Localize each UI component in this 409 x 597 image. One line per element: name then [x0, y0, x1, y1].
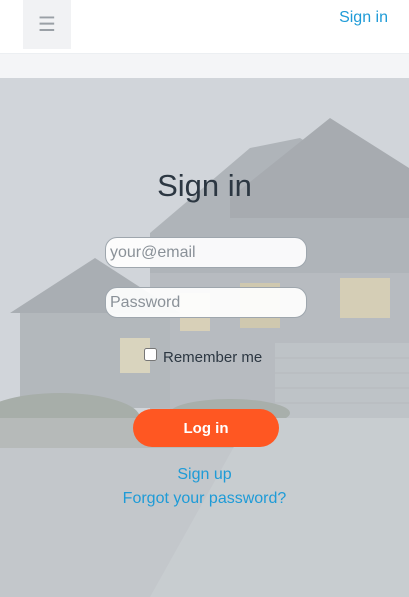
page-title: Sign in — [157, 168, 252, 203]
password-input[interactable] — [105, 287, 307, 318]
forgot-password-link[interactable]: Forgot your password? — [0, 490, 409, 508]
log-in-button[interactable]: Log in — [133, 409, 279, 447]
hamburger-menu-icon[interactable]: ☰ — [23, 0, 71, 49]
hero-overlay — [0, 78, 409, 597]
remember-me-checkbox[interactable] — [144, 348, 157, 361]
nav-sign-in-link[interactable]: Sign in — [339, 9, 388, 27]
sign-up-link[interactable]: Sign up — [0, 466, 409, 484]
login-hero: Sign in Remember me Log in Sign up Forgo… — [0, 78, 409, 597]
remember-me-option[interactable]: Remember me — [144, 346, 263, 366]
email-input[interactable] — [105, 237, 307, 268]
remember-me-label: Remember me — [163, 349, 263, 366]
top-navbar: ☰ Sign in — [0, 0, 409, 54]
header-spacer — [0, 54, 409, 78]
